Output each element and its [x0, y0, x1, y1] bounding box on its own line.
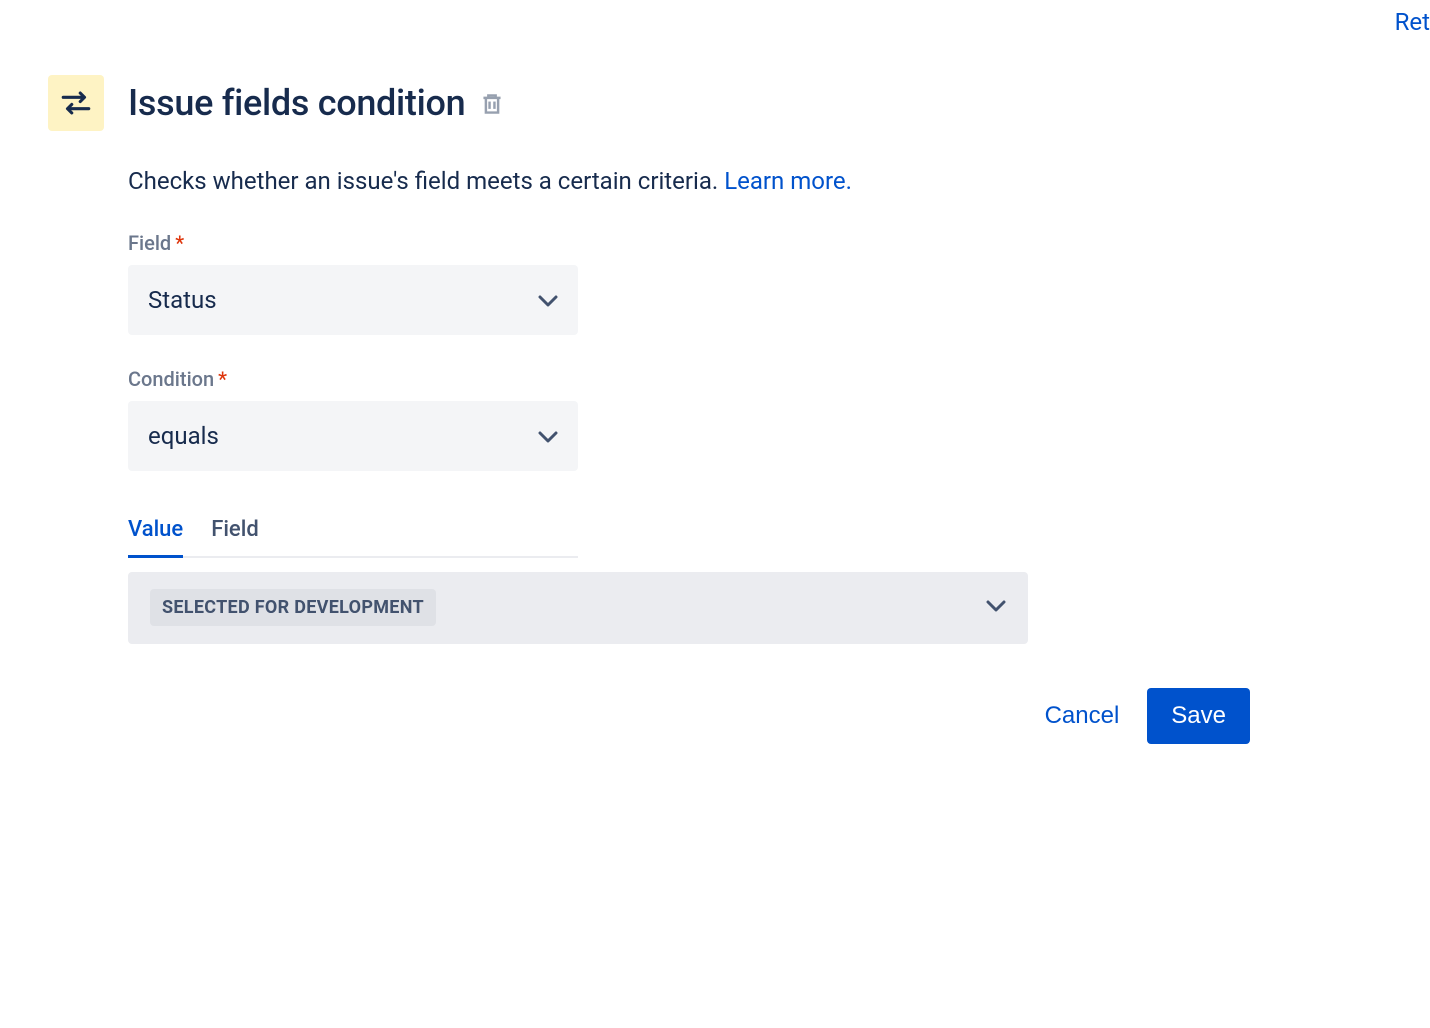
description-text: Checks whether an issue's field meets a … [128, 165, 1158, 199]
tab-value[interactable]: Value [128, 517, 183, 556]
header-row: Issue fields condition [48, 75, 1382, 131]
tab-field[interactable]: Field [211, 517, 259, 556]
status-lozenge: SELECTED FOR DEVELOPMENT [150, 589, 436, 626]
body-column: Checks whether an issue's field meets a … [48, 165, 1158, 644]
condition-label: Condition * [128, 367, 1158, 391]
page-title-text: Issue fields condition [128, 82, 465, 124]
save-button[interactable]: Save [1147, 688, 1250, 744]
footer-actions: Cancel Save [48, 688, 1382, 744]
required-indicator: * [175, 231, 184, 255]
top-right-link[interactable]: Ret [1395, 8, 1430, 36]
field-label-text: Field [128, 231, 171, 255]
required-indicator: * [218, 367, 227, 391]
delete-icon[interactable] [482, 93, 502, 115]
cancel-button[interactable]: Cancel [1045, 702, 1120, 730]
chevron-down-icon [986, 598, 1006, 617]
field-group-condition: Condition * equals [128, 367, 1158, 471]
chevron-down-icon [538, 422, 558, 450]
learn-more-link[interactable]: Learn more. [724, 167, 852, 195]
field-group-field: Field * Status [128, 231, 1158, 335]
value-select[interactable]: SELECTED FOR DEVELOPMENT [128, 572, 1028, 644]
condition-icon [48, 75, 104, 131]
field-select-value: Status [148, 286, 217, 314]
page-title: Issue fields condition [128, 82, 502, 124]
condition-select[interactable]: equals [128, 401, 578, 471]
chevron-down-icon [538, 286, 558, 314]
field-select[interactable]: Status [128, 265, 578, 335]
field-label: Field * [128, 231, 1158, 255]
condition-label-text: Condition [128, 367, 214, 391]
description-body: Checks whether an issue's field meets a … [128, 167, 724, 195]
value-field-tabs: Value Field [128, 517, 578, 558]
content-area: Issue fields condition Checks whether an… [0, 0, 1430, 744]
condition-select-value: equals [148, 422, 219, 450]
